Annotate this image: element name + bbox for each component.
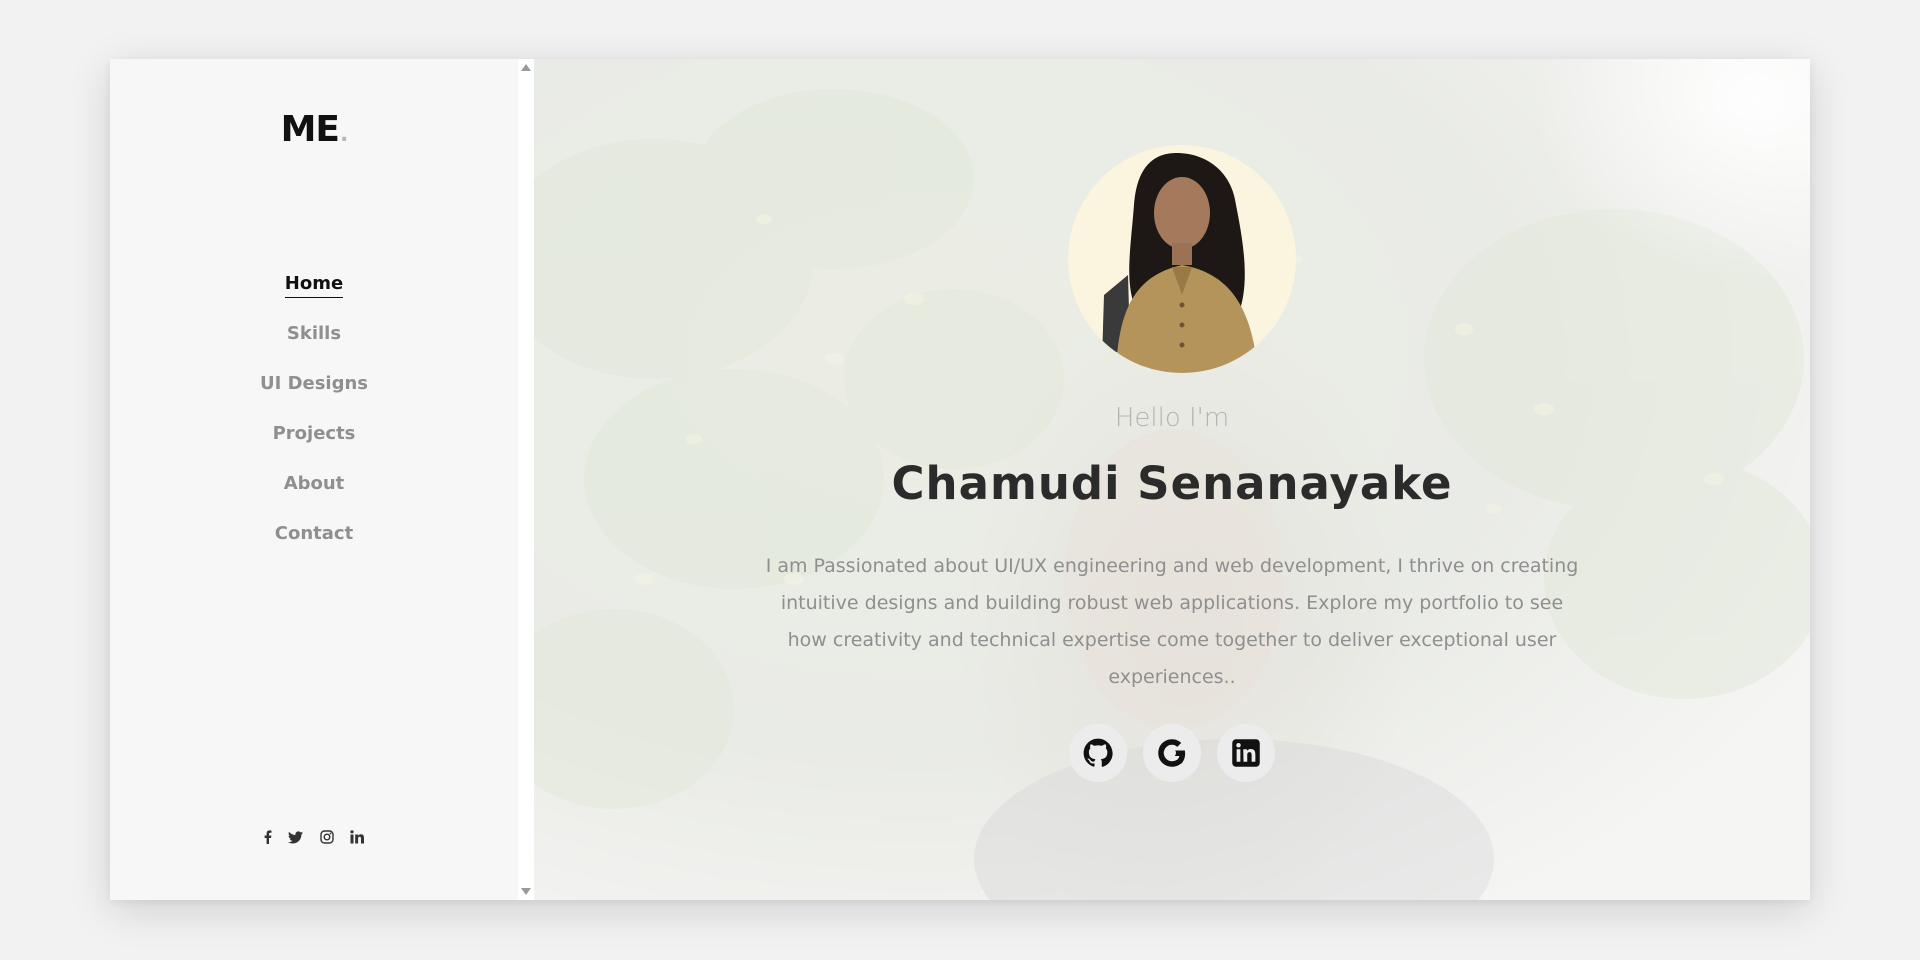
linkedin-icon[interactable] bbox=[350, 830, 364, 848]
nav-item-ui-designs: UI Designs bbox=[110, 359, 518, 409]
scroll-down-arrow-icon[interactable] bbox=[521, 888, 531, 895]
nav-link-skills[interactable]: Skills bbox=[287, 323, 341, 344]
logo-dot: . bbox=[340, 122, 348, 147]
facebook-icon[interactable] bbox=[264, 830, 272, 848]
sidebar: ME. Home Skills UI Designs Projects Abou… bbox=[110, 59, 518, 900]
nav-link-projects[interactable]: Projects bbox=[273, 423, 356, 444]
github-link-button[interactable] bbox=[1069, 724, 1127, 782]
logo[interactable]: ME. bbox=[110, 109, 518, 150]
instagram-icon[interactable] bbox=[319, 830, 334, 848]
nav-item-projects: Projects bbox=[110, 409, 518, 459]
sidebar-social-links bbox=[110, 830, 518, 848]
nav-link-home[interactable]: Home bbox=[284, 273, 344, 298]
scroll-up-arrow-icon[interactable] bbox=[521, 64, 531, 71]
github-icon bbox=[1083, 738, 1113, 767]
browser-window: ME. Home Skills UI Designs Projects Abou… bbox=[110, 59, 1810, 900]
linkedin-icon bbox=[1232, 739, 1260, 767]
google-icon bbox=[1158, 739, 1186, 767]
hero-section: Hello I'm Chamudi Senanayake I am Passio… bbox=[534, 59, 1810, 900]
logo-text: ME bbox=[280, 109, 340, 150]
nav-link-contact[interactable]: Contact bbox=[275, 523, 353, 544]
sidebar-nav: Home Skills UI Designs Projects About Co… bbox=[110, 259, 518, 559]
hero-social-links bbox=[534, 724, 1810, 782]
profile-photo bbox=[1068, 145, 1296, 373]
nav-link-ui-designs[interactable]: UI Designs bbox=[260, 373, 368, 394]
hero-bio: I am Passionated about UI/UX engineering… bbox=[765, 555, 1579, 688]
google-link-button[interactable] bbox=[1143, 724, 1201, 782]
twitter-icon[interactable] bbox=[288, 830, 304, 848]
nav-item-contact: Contact bbox=[110, 509, 518, 559]
hero-name: Chamudi Senanayake bbox=[891, 457, 1453, 510]
nav-item-skills: Skills bbox=[110, 309, 518, 359]
nav-link-about[interactable]: About bbox=[284, 473, 345, 494]
sidebar-scrollbar[interactable] bbox=[518, 59, 534, 900]
nav-item-home: Home bbox=[110, 259, 518, 309]
nav-item-about: About bbox=[110, 459, 518, 509]
linkedin-link-button[interactable] bbox=[1217, 724, 1275, 782]
hero-greeting: Hello I'm bbox=[1114, 403, 1230, 433]
